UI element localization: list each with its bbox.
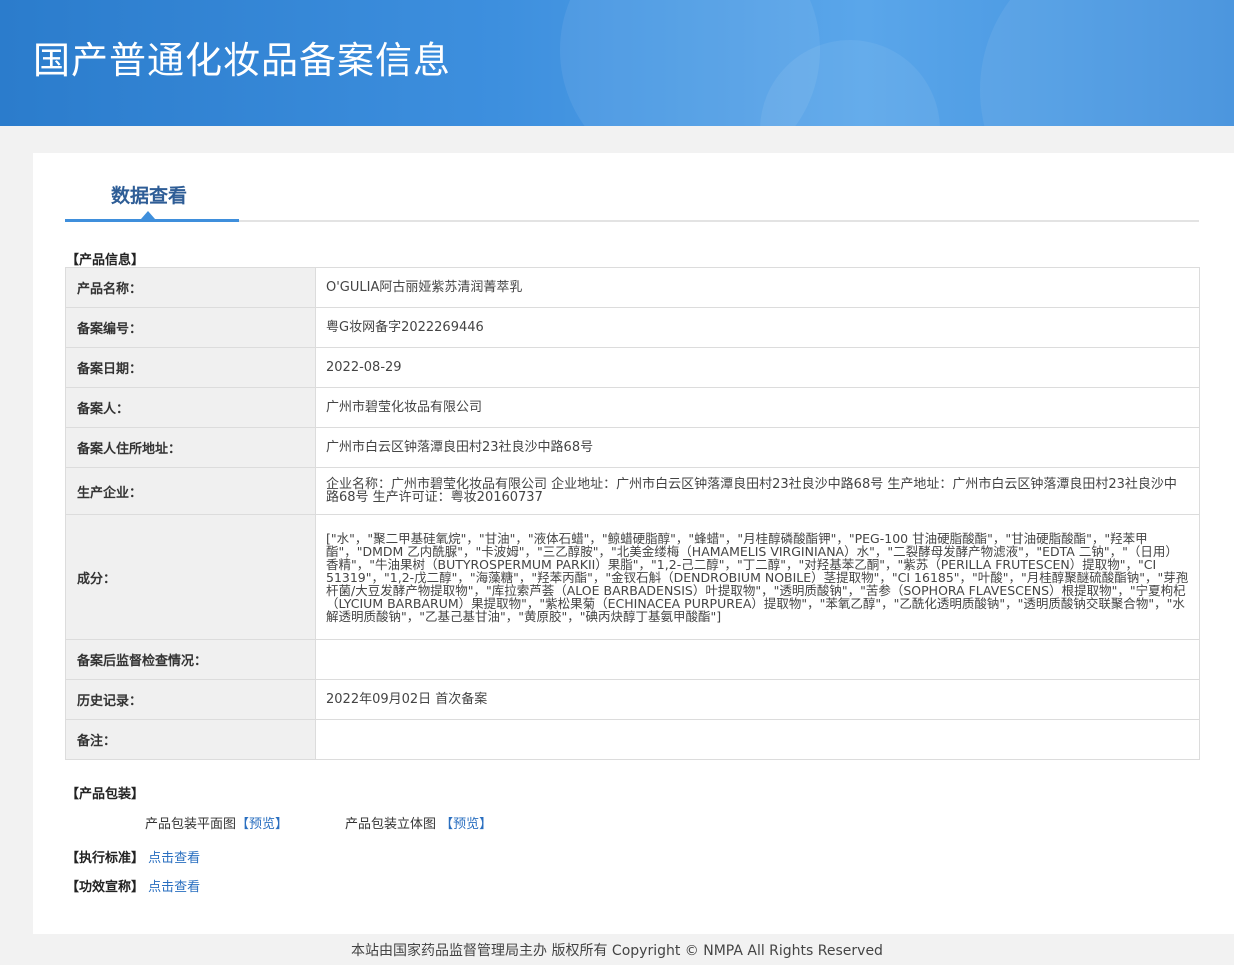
row-value: 2022-08-29 <box>315 347 1200 388</box>
table-row: 备注： <box>65 719 1200 760</box>
row-value: 广州市碧莹化妆品有限公司 <box>315 387 1200 428</box>
header-decoration <box>980 0 1234 126</box>
package-flat-label: 产品包装平面图 <box>145 817 237 832</box>
table-row: 备案日期： 2022-08-29 <box>65 347 1200 388</box>
row-value <box>315 639 1200 680</box>
package-solid: 产品包装立体图 【预览】 <box>345 813 492 832</box>
table-row: 成分： ["水"，"聚二甲基硅氧烷"，"甘油"，"液体石蜡"，"鲸蜡硬脂醇"，"… <box>65 514 1200 640</box>
row-value: 粤G妆网备字2022269446 <box>315 307 1200 348</box>
section-exec-standard: 【执行标准】 <box>66 851 145 866</box>
tab-active-underline <box>65 219 239 222</box>
efficacy-claim-row: 【功效宣称】 点击查看 <box>66 876 200 895</box>
row-value: 2022年09月02日 首次备案 <box>315 679 1200 720</box>
row-value: O'GULIA阿古丽娅紫苏清润菁萃乳 <box>315 267 1200 308</box>
table-row: 备案人： 广州市碧莹化妆品有限公司 <box>65 387 1200 428</box>
row-label: 产品名称： <box>65 267 316 308</box>
row-label: 备案后监督检查情况： <box>65 639 316 680</box>
package-flat-preview-link[interactable]: 【预览】 <box>236 817 288 832</box>
table-row: 产品名称： O'GULIA阿古丽娅紫苏清润菁萃乳 <box>65 267 1200 308</box>
package-solid-label: 产品包装立体图 <box>345 817 437 832</box>
exec-standard-link[interactable]: 点击查看 <box>148 851 200 866</box>
row-label: 备案日期： <box>65 347 316 388</box>
section-efficacy-claim: 【功效宣称】 <box>66 880 145 895</box>
package-solid-preview-link[interactable]: 【预览】 <box>440 817 492 832</box>
row-label: 备案人住所地址： <box>65 427 316 468</box>
product-info-table: 产品名称： O'GULIA阿古丽娅紫苏清润菁萃乳 备案编号： 粤G妆网备字202… <box>65 267 1200 760</box>
page-header: 国产普通化妆品备案信息 <box>0 0 1234 126</box>
tab-caret-icon <box>141 211 155 219</box>
row-label: 备注： <box>65 719 316 760</box>
row-label: 备案编号： <box>65 307 316 348</box>
row-value: 企业名称：广州市碧莹化妆品有限公司 企业地址：广州市白云区钟落潭良田村23社良沙… <box>315 467 1200 515</box>
package-flat: 产品包装平面图【预览】 <box>145 813 288 832</box>
row-label: 备案人： <box>65 387 316 428</box>
efficacy-claim-link[interactable]: 点击查看 <box>148 880 200 895</box>
table-row: 生产企业： 企业名称：广州市碧莹化妆品有限公司 企业地址：广州市白云区钟落潭良田… <box>65 467 1200 515</box>
row-label: 生产企业： <box>65 467 316 515</box>
table-row: 备案人住所地址： 广州市白云区钟落潭良田村23社良沙中路68号 <box>65 427 1200 468</box>
page-footer: 本站由国家药品监督管理局主办 版权所有 Copyright © NMPA All… <box>351 943 883 959</box>
table-row: 备案编号： 粤G妆网备字2022269446 <box>65 307 1200 348</box>
content-panel: 数据查看 【产品信息】 产品名称： O'GULIA阿古丽娅紫苏清润菁萃乳 备案编… <box>33 153 1234 934</box>
row-value: 广州市白云区钟落潭良田村23社良沙中路68号 <box>315 427 1200 468</box>
exec-standard-row: 【执行标准】 点击查看 <box>66 847 200 866</box>
tab-data-view[interactable]: 数据查看 <box>111 181 187 208</box>
row-label: 历史记录： <box>65 679 316 720</box>
table-row: 历史记录： 2022年09月02日 首次备案 <box>65 679 1200 720</box>
page-title: 国产普通化妆品备案信息 <box>33 39 451 82</box>
row-value <box>315 719 1200 760</box>
ingredients-value: ["水"，"聚二甲基硅氧烷"，"甘油"，"液体石蜡"，"鲸蜡硬脂醇"，"蜂蜡"，… <box>315 514 1200 640</box>
section-product-info: 【产品信息】 <box>66 253 145 268</box>
table-row: 备案后监督检查情况： <box>65 639 1200 680</box>
section-product-package: 【产品包装】 <box>66 787 145 802</box>
row-label: 成分： <box>65 514 316 640</box>
